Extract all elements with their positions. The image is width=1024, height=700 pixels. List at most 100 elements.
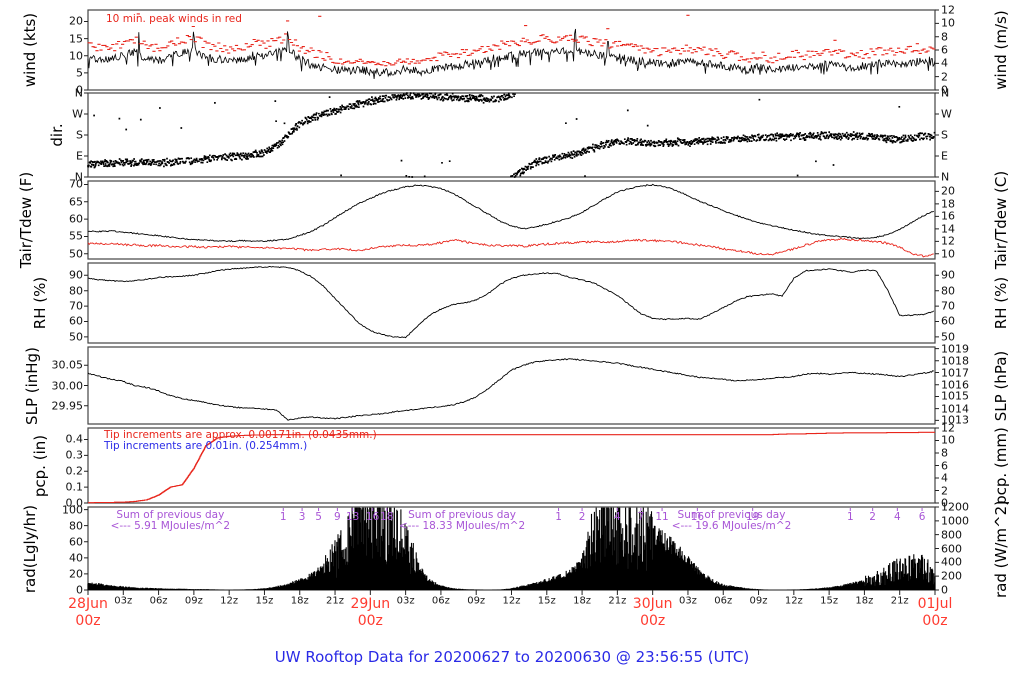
rh-right-tick-label: 60 — [941, 314, 955, 328]
x-hour-label: 15z — [255, 595, 274, 607]
temp-right-tick-label: 12 — [941, 234, 955, 248]
temp-right-tick-label: 20 — [941, 184, 955, 198]
rh-right-tick-label: 70 — [941, 299, 955, 313]
wind-avg-line — [87, 28, 936, 80]
x-hour-label: 03z — [396, 595, 415, 607]
rad-cumulative-milestone: 4 — [894, 511, 901, 523]
wind-right-tick-label: 2 — [941, 70, 948, 84]
rad-cumulative-milestone: 2 — [578, 511, 586, 523]
x-day-label: 29Jun — [350, 596, 391, 612]
RH_pct-line — [87, 266, 935, 339]
rad-left-tick-label: 60 — [69, 535, 83, 549]
pcp-left-tick-label: 0.4 — [65, 432, 84, 446]
x-hour-label: 12z — [784, 595, 803, 607]
rad-cumulative-milestone: 3 — [298, 511, 306, 523]
rad-cumulative-milestone: 2 — [869, 511, 876, 523]
y-axis-title-right-temp: Tair/Tdew (C) — [992, 170, 1010, 270]
temp-right-tick-label: 14 — [941, 222, 955, 236]
rad-daily-sum-label: Sum of previous day <--- 5.91 MJoules/m^2 — [110, 509, 231, 532]
rad-cumulative-milestone: 5 — [315, 511, 322, 523]
dir-right-tick-label: N — [941, 86, 950, 100]
y-axis-title-left-rh: RH (%) — [31, 276, 49, 330]
x-hour-label: 18z — [573, 595, 592, 607]
temp-left-tick-label: 50 — [69, 247, 83, 261]
pcp-tip-note-blue: Tip increments are 0.01in. (0.254mm.) — [104, 440, 308, 452]
x-hour-label: 09z — [467, 595, 486, 607]
x-day-label: 28Jun — [68, 596, 108, 612]
rad-cumulative-milestone: 1 — [555, 511, 562, 523]
pcp-right-tick-label: 12 — [941, 421, 955, 435]
rad-right-tick-label: 600 — [941, 542, 962, 555]
rad-right-tick-label: 1000 — [941, 514, 969, 528]
dir-right-tick-label: W — [941, 107, 952, 121]
y-axis-title-left-wind: wind (kts) — [21, 12, 39, 88]
wind-left-tick-label: 20 — [69, 14, 83, 28]
rad-cumulative-milestone: 13 — [346, 511, 360, 523]
rad-right-tick-label: 400 — [941, 555, 962, 569]
x-day-sub-label: 00z — [922, 613, 948, 629]
wind-left-tick-label: 10 — [69, 49, 83, 63]
x-day-sub-label: 00z — [357, 613, 383, 629]
y-axis-title-left-pcp: pcp. (in) — [31, 434, 49, 497]
rad-right-tick-label: 1200 — [941, 500, 969, 514]
y-axis-title-left-slp: SLP (inHg) — [23, 346, 41, 425]
pcp-right-tick-label: 10 — [941, 433, 955, 447]
rad-left-tick-label: 80 — [69, 519, 83, 533]
y-axis-title-left-temp: Tair/Tdew (F) — [17, 171, 35, 269]
rh-left-tick-label: 60 — [69, 314, 83, 328]
x-hour-label: 03z — [678, 595, 697, 607]
temp-left-tick-label: 60 — [69, 212, 83, 226]
rh-right-tick-label: 90 — [941, 268, 955, 282]
rad-cumulative-milestone: 6 — [918, 511, 926, 523]
x-day-label: 30Jun — [632, 596, 673, 612]
rad-right-tick-label: 800 — [941, 528, 962, 542]
wind-dir-scatter — [87, 92, 936, 178]
x-hour-label: 06z — [149, 595, 168, 607]
slp-right-tick-label: 1015 — [941, 389, 969, 403]
rad-cumulative-milestone: 7 — [637, 511, 645, 523]
panel-border-slp — [87, 346, 936, 425]
panel-border-rh — [87, 262, 936, 344]
Tair_F-line — [87, 183, 934, 243]
x-hour-label: 21z — [890, 595, 909, 607]
wind-right-tick-label: 6 — [941, 43, 948, 57]
x-hour-label: 15z — [820, 595, 839, 607]
x-hour-label: 12z — [502, 595, 521, 607]
wind-left-tick-label: 5 — [76, 66, 83, 80]
y-axis-title-right-rh: RH (%) — [992, 276, 1010, 330]
x-hour-label: 21z — [326, 595, 345, 607]
pcp-left-tick-label: 0.2 — [65, 464, 84, 478]
temp-left-tick-label: 55 — [69, 229, 83, 243]
rh-right-tick-label: 80 — [941, 284, 955, 298]
rad-left-tick-label: 40 — [69, 551, 83, 565]
wind-peak-legend-note: 10 min. peak winds in red — [106, 13, 242, 25]
y-axis-title-right-pcp: pcp. (mm) — [992, 426, 1010, 505]
y-axis-title-left-dir: dir. — [48, 123, 66, 147]
x-hour-label: 03z — [114, 595, 133, 607]
pcp-right-tick-label: 8 — [941, 446, 948, 460]
temp-right-tick-label: 10 — [941, 247, 955, 261]
x-hour-label: 18z — [290, 595, 309, 607]
slp-left-tick-label: 29.95 — [51, 399, 84, 413]
slp-right-tick-label: 1018 — [941, 354, 969, 368]
temp-right-tick-label: 16 — [941, 209, 955, 223]
SLP_inHg-line — [87, 358, 934, 421]
rad-left-tick-label: 20 — [69, 567, 83, 581]
pcp-left-tick-label: 0.3 — [65, 448, 84, 462]
rad-cumulative-milestone: 11 — [655, 511, 669, 523]
x-hour-label: 12z — [220, 595, 239, 607]
uw-rooftop-weather-chart: 0 5 10 15 20 0 2 4 6 8 10 12 N E S W N N E S W N 50 55 60 65 70 10 1… — [0, 0, 1024, 700]
panel-border-dir — [87, 92, 936, 178]
x-hour-label: 21z — [608, 595, 627, 607]
y-axis-title-left-rad: rad(Lgly/hr) — [21, 504, 39, 593]
rad-cumulative-milestone: 16 — [365, 511, 380, 523]
dir-right-tick-label: S — [941, 128, 948, 142]
slp-y-ticks — [84, 348, 939, 421]
rad-right-tick-label: 0 — [941, 583, 948, 597]
temp-right-tick-label: 18 — [941, 197, 955, 211]
dir-left-tick-label: S — [76, 128, 83, 142]
x-day-label: 01Jul — [917, 596, 953, 612]
pcp-left-tick-label: 0.1 — [65, 480, 84, 494]
y-axis-title-right-rad: rad (W/m^2) — [992, 499, 1010, 598]
dir-left-tick-label: E — [76, 149, 83, 163]
